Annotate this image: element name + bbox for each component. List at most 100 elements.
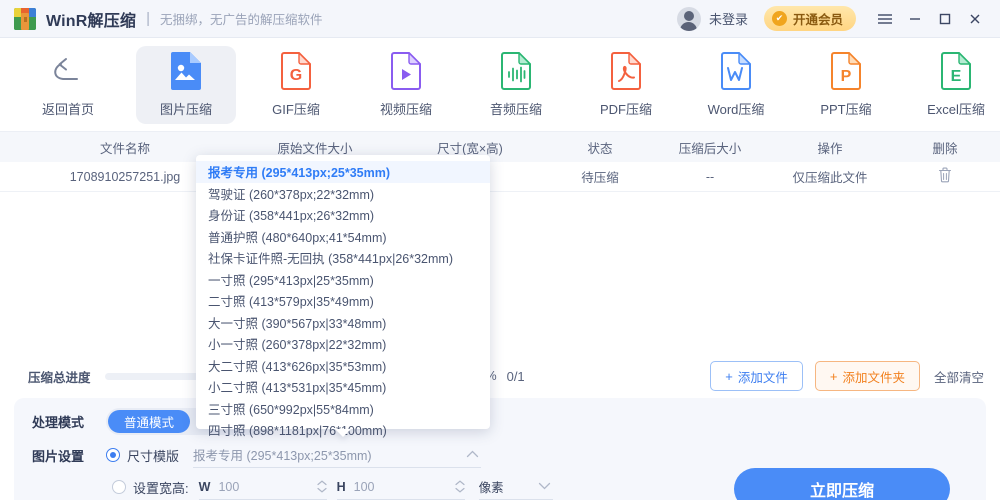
tool-video-compress[interactable]: 视频压缩 — [356, 46, 456, 124]
tool-image-compress[interactable]: 图片压缩 — [136, 45, 236, 124]
dropdown-item[interactable]: 报考专用 (295*413px;25*35mm) — [196, 161, 490, 183]
tool-pdf-compress[interactable]: PDF压缩 — [576, 46, 676, 124]
app-slogan: 无捆绑，无广告的解压缩软件 — [160, 13, 323, 27]
maximize-icon[interactable] — [930, 4, 960, 34]
radio-custom-size-label: 设置宽高: — [133, 480, 189, 496]
pdf-file-icon — [607, 51, 645, 91]
open-vip-label: 开通会员 — [792, 13, 843, 27]
file-list-area — [0, 192, 1000, 354]
width-value[interactable]: 100 — [218, 480, 316, 494]
vip-check-icon: ✔ — [771, 11, 787, 26]
open-vip-button[interactable]: ✔ 开通会员 — [763, 6, 856, 31]
tool-gif-compress-label: GIF压缩 — [272, 102, 320, 117]
image-settings-custom-row: 设置宽高: W 100 H 100 像素 — [112, 474, 553, 500]
tool-image-compress-label: 图片压缩 — [159, 102, 212, 117]
back-home-button[interactable]: 返回首页 — [18, 46, 118, 124]
video-file-icon — [387, 51, 425, 91]
dropdown-item[interactable]: 身份证 (358*441px;26*32mm) — [196, 204, 490, 226]
dropdown-item[interactable]: 社保卡证件照-无回执 (358*441px|26*32mm) — [196, 247, 490, 269]
dropdown-item[interactable]: 三寸照 (650*992px|55*84mm) — [196, 398, 490, 420]
column-header-operation: 操作 — [817, 141, 843, 156]
avatar[interactable] — [676, 6, 701, 31]
mode-option-normal[interactable]: 普通模式 — [108, 410, 191, 433]
app-title: WinR解压缩 — [46, 12, 137, 30]
image-settings-template-row: 图片设置 尺寸模版 报考专用 (295*413px;25*35mm) — [32, 442, 482, 468]
image-settings-label: 图片设置 — [32, 448, 85, 464]
cell-operation[interactable]: 仅压缩此文件 — [765, 162, 895, 191]
height-value[interactable]: 100 — [354, 480, 455, 494]
dropdown-item[interactable]: 驾驶证 (260*378px;22*32mm) — [196, 183, 490, 205]
word-file-icon — [717, 51, 755, 91]
dropdown-arrow-icon — [335, 429, 351, 437]
tool-video-compress-label: 视频压缩 — [379, 102, 432, 117]
column-header-filename: 文件名称 — [99, 141, 150, 156]
radio-size-template[interactable] — [106, 448, 120, 462]
close-icon[interactable] — [960, 4, 990, 34]
excel-file-icon: E — [937, 51, 975, 91]
plus-icon-folder: + — [829, 368, 838, 384]
width-stepper[interactable] — [317, 480, 327, 493]
dropdown-item[interactable]: 一寸照 (295*413px|25*35mm) — [196, 269, 490, 291]
tool-pdf-compress-label: PDF压缩 — [599, 102, 652, 117]
size-template-dropdown-list: 报考专用 (295*413px;25*35mm) 驾驶证 (260*378px;2… — [196, 161, 490, 441]
back-home-label: 返回首页 — [41, 102, 94, 117]
tool-word-compress-label: Word压缩 — [707, 102, 765, 117]
main-toolbar: 返回首页 图片压缩 G GIF压缩 视频压缩 音频压缩 PDF压缩 Word压缩… — [0, 38, 1000, 132]
tool-excel-compress[interactable]: E Excel压缩 — [906, 46, 1000, 124]
login-status[interactable]: 未登录 — [709, 9, 748, 28]
unit-value: 像素 — [478, 481, 504, 495]
add-folder-button[interactable]: + 添加文件夹 — [814, 361, 920, 391]
delete-row-button[interactable] — [900, 162, 990, 191]
radio-custom-size[interactable] — [112, 480, 126, 494]
dropdown-item[interactable]: 二寸照 (413*579px|35*49mm) — [196, 290, 490, 312]
cell-filename: 1708910257251.jpg — [69, 169, 181, 184]
add-file-button[interactable]: + 添加文件 — [710, 361, 803, 391]
width-field[interactable]: W 100 — [198, 474, 327, 500]
table-row[interactable]: 1708910257251.jpg 待压缩 -- 仅压缩此文件 — [0, 162, 1000, 192]
column-header-delete: 删除 — [932, 141, 958, 156]
tool-excel-compress-label: Excel压缩 — [927, 102, 985, 117]
audio-file-icon — [497, 51, 535, 91]
height-stepper[interactable] — [455, 480, 465, 493]
size-template-dropdown[interactable]: 报考专用 (295*413px;25*35mm) 驾驶证 (260*378px;2… — [196, 155, 490, 438]
dropdown-item[interactable]: 小一寸照 (260*378px|22*32mm) — [196, 333, 490, 355]
add-file-label: 添加文件 — [737, 370, 788, 385]
radio-custom-group[interactable]: 设置宽高: — [112, 478, 189, 497]
tool-ppt-compress[interactable]: P PPT压缩 — [796, 46, 896, 124]
height-tag: H — [336, 479, 346, 494]
tool-gif-compress[interactable]: G GIF压缩 — [246, 46, 346, 124]
trash-icon — [938, 167, 952, 186]
minimize-icon[interactable] — [900, 4, 930, 34]
dropdown-item[interactable]: 大二寸照 (413*626px|35*53mm) — [196, 355, 490, 377]
image-file-icon — [167, 51, 205, 91]
tool-ppt-compress-label: PPT压缩 — [820, 102, 872, 117]
clear-all-button[interactable]: 全部清空 — [934, 367, 984, 386]
dropdown-item[interactable]: 普通护照 (480*640px;41*54mm) — [196, 226, 490, 248]
column-header-after-size: 压缩后大小 — [678, 141, 742, 156]
start-compress-button[interactable]: 立即压缩 — [734, 468, 950, 500]
svg-text:G: G — [290, 67, 302, 84]
tool-word-compress[interactable]: Word压缩 — [686, 46, 786, 124]
back-arrow-icon — [49, 51, 87, 91]
unit-select[interactable]: 像素 — [478, 474, 553, 500]
dropdown-item[interactable]: 大一寸照 (390*567px|33*48mm) — [196, 312, 490, 334]
hamburger-menu-icon[interactable] — [870, 4, 900, 34]
file-table-header: 文件名称 原始文件大小 尺寸(宽×高) 状态 压缩后大小 操作 删除 — [0, 132, 1000, 162]
size-template-value: 报考专用 (295*413px;25*35mm) — [193, 449, 372, 463]
progress-count: 0/1 — [506, 368, 525, 384]
dropdown-item[interactable]: 小二寸照 (413*531px|35*45mm) — [196, 376, 490, 398]
cell-status: 待压缩 — [581, 171, 619, 185]
column-header-status: 状态 — [587, 141, 613, 156]
svg-text:E: E — [951, 68, 962, 85]
width-tag: W — [198, 479, 211, 494]
chevron-up-icon — [466, 449, 479, 461]
height-field[interactable]: H 100 — [336, 474, 465, 500]
radio-template-group[interactable]: 尺寸模版 — [106, 446, 179, 465]
size-template-select[interactable]: 报考专用 (295*413px;25*35mm) — [193, 442, 482, 468]
ppt-file-icon: P — [827, 51, 865, 91]
svg-text:P: P — [841, 68, 852, 85]
tool-audio-compress[interactable]: 音频压缩 — [466, 46, 566, 124]
progress-row: 压缩总进度 0% 0/1 + 添加文件 + 添加文件夹 全部清空 — [0, 354, 1000, 398]
tool-audio-compress-label: 音频压缩 — [489, 102, 542, 117]
cell-after-size: -- — [705, 169, 715, 184]
